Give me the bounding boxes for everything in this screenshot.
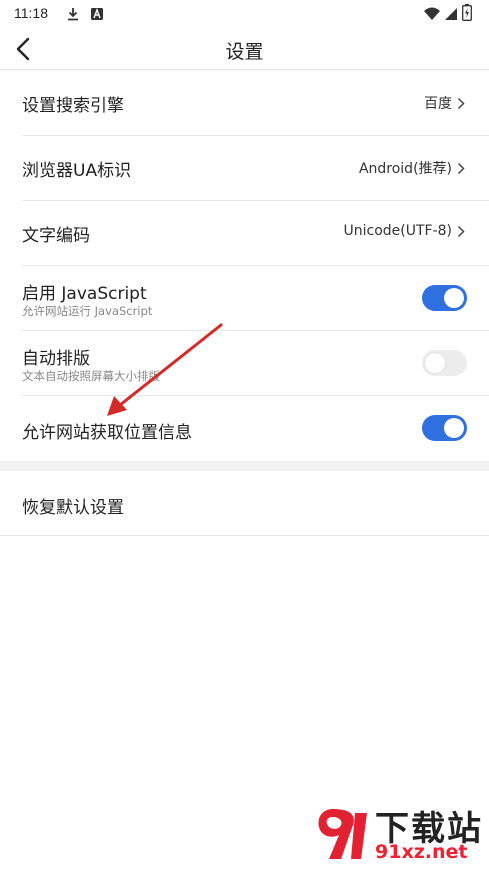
- signal-icon: [444, 6, 458, 25]
- watermark-url: 91xz.net: [375, 841, 468, 863]
- setting-row-javascript: 启用 JavaScript 允许网站运行 JavaScript: [0, 266, 489, 331]
- setting-value-text: Unicode(UTF-8): [343, 223, 452, 239]
- status-time: 11:18: [14, 5, 48, 21]
- chevron-right-icon: [457, 162, 465, 174]
- page-title: 设置: [225, 41, 264, 63]
- setting-value: 百度: [424, 93, 465, 113]
- setting-row-location: 允许网站获取位置信息: [0, 396, 489, 461]
- battery-icon: [462, 4, 472, 25]
- setting-value: Unicode(UTF-8): [343, 223, 465, 239]
- toggle-knob: [425, 353, 445, 373]
- watermark-logo-icon: [318, 809, 367, 859]
- setting-label: 启用 JavaScript: [22, 284, 147, 304]
- top-app-bar: 设置: [0, 28, 489, 70]
- setting-row-user-agent[interactable]: 浏览器UA标识 Android(推荐): [0, 136, 489, 201]
- setting-description: 允许网站运行 JavaScript: [22, 304, 153, 318]
- chevron-right-icon: [457, 225, 465, 237]
- reset-label: 恢复默认设置: [22, 498, 124, 518]
- location-toggle[interactable]: [422, 415, 467, 441]
- setting-row-auto-layout: 自动排版 文本自动按照屏幕大小排版: [0, 331, 489, 396]
- setting-label: 允许网站获取位置信息: [22, 423, 192, 443]
- toggle-knob: [444, 418, 464, 438]
- divider: [0, 535, 489, 536]
- setting-value-text: Android(推荐): [358, 161, 452, 177]
- setting-label: 文字编码: [22, 226, 90, 246]
- status-bar: 11:18: [0, 0, 489, 28]
- watermark: 下载站 91xz.net: [315, 803, 487, 865]
- toggle-knob: [444, 288, 464, 308]
- setting-label: 设置搜索引擎: [22, 96, 124, 116]
- setting-value-text: 百度: [424, 96, 452, 112]
- chevron-right-icon: [457, 97, 465, 109]
- auto-layout-toggle[interactable]: [422, 350, 467, 376]
- javascript-toggle[interactable]: [422, 285, 467, 311]
- notification-a-icon: [90, 6, 104, 25]
- wifi-icon: [423, 6, 441, 25]
- section-divider: [0, 461, 489, 471]
- download-icon: [66, 6, 80, 25]
- setting-label: 浏览器UA标识: [22, 161, 132, 181]
- setting-label: 自动排版: [22, 349, 90, 369]
- reset-defaults-button[interactable]: 恢复默认设置: [0, 471, 489, 536]
- setting-row-search-engine[interactable]: 设置搜索引擎 百度: [0, 71, 489, 136]
- setting-value: Android(推荐): [359, 158, 465, 178]
- setting-row-text-encoding[interactable]: 文字编码 Unicode(UTF-8): [0, 201, 489, 266]
- setting-description: 文本自动按照屏幕大小排版: [22, 369, 160, 383]
